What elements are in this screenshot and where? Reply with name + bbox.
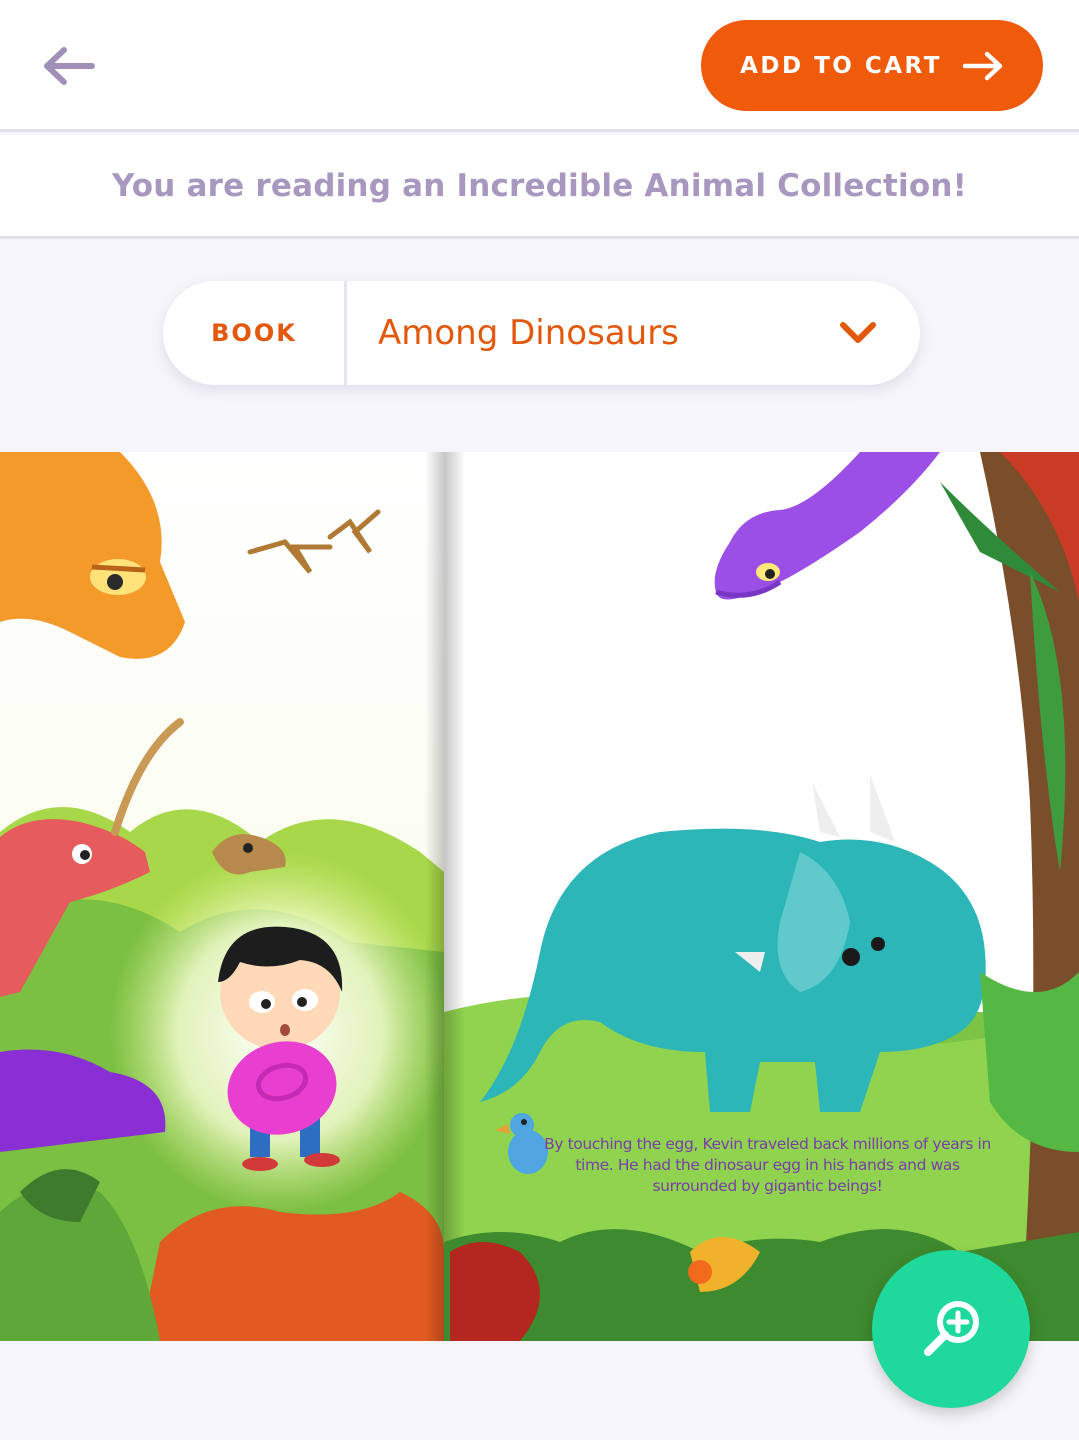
chevron-down-icon[interactable] bbox=[838, 319, 878, 347]
arrow-right-icon bbox=[962, 51, 1003, 80]
add-to-cart-button[interactable]: ADD TO CART bbox=[701, 20, 1043, 111]
collection-banner-text: You are reading an Incredible Animal Col… bbox=[112, 167, 967, 204]
arrow-left-icon bbox=[44, 47, 95, 85]
book-selector-value[interactable]: Among Dinosaurs bbox=[378, 281, 679, 385]
add-to-cart-label: ADD TO CART bbox=[740, 52, 942, 79]
storybook-illustration bbox=[0, 452, 1079, 1341]
back-button[interactable] bbox=[40, 44, 96, 88]
book-selector-label: BOOK bbox=[211, 319, 297, 347]
book-selector-divider bbox=[344, 281, 347, 385]
collection-banner: You are reading an Incredible Animal Col… bbox=[0, 135, 1079, 239]
top-bar: ADD TO CART bbox=[0, 0, 1079, 132]
book-selector[interactable]: BOOK Among Dinosaurs bbox=[163, 281, 920, 385]
zoom-in-icon bbox=[924, 1301, 979, 1356]
story-text: By touching the egg, Kevin traveled back… bbox=[544, 1135, 991, 1195]
storybook-spread: By touching the egg, Kevin traveled back… bbox=[0, 452, 1079, 1341]
zoom-button[interactable] bbox=[872, 1250, 1030, 1408]
